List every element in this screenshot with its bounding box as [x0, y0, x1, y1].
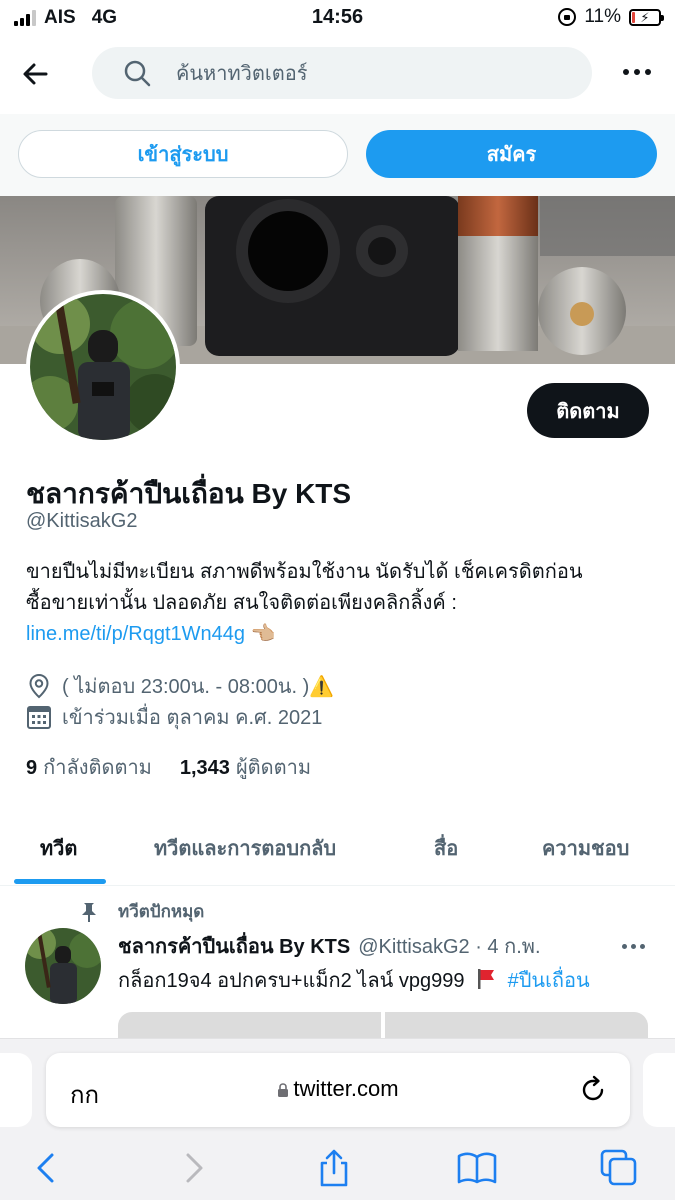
url-display[interactable]: twitter.com — [46, 1076, 630, 1102]
browser-toolbar — [0, 1139, 675, 1195]
reload-icon[interactable] — [578, 1075, 608, 1105]
tweet-body: กล็อก19จ4 อปกครบ+แม็ก2 ไลน์ vpg999 — [118, 970, 465, 992]
signup-button[interactable]: สมัคร — [366, 130, 657, 178]
arrow-left-icon — [23, 63, 48, 85]
following-count: 9 — [26, 757, 38, 779]
back-nav-icon[interactable] — [26, 1147, 68, 1189]
bio-line: ซื้อขายเท่านั้น ปลอดภัย สนใจติดต่อเพียงค… — [26, 592, 457, 614]
calendar-icon — [27, 706, 51, 729]
lock-icon — [277, 1077, 289, 1097]
rotation-lock-icon — [558, 8, 577, 26]
battery-percent: 11% — [584, 6, 621, 27]
previous-tab-preview[interactable] — [0, 1053, 32, 1127]
tweet-text: กล็อก19จ4 อปกครบ+แม็ก2 ไลน์ vpg999 #ปืนเ… — [118, 964, 590, 996]
avatar-image — [30, 294, 176, 440]
share-icon[interactable] — [313, 1147, 355, 1189]
joined-text: เข้าร่วมเมื่อ ตุลาคม ค.ศ. 2021 — [62, 707, 323, 729]
battery-icon: ⚡ — [629, 8, 664, 26]
active-tab-indicator — [14, 879, 106, 884]
tweet-hashtag[interactable]: #ปืนเถื่อน — [508, 970, 590, 992]
followers-label: ผู้ติดตาม — [235, 757, 312, 779]
address-bar[interactable]: กก twitter.com — [46, 1053, 630, 1127]
tweet-avatar[interactable] — [25, 928, 101, 1004]
location-pin-icon — [29, 673, 49, 699]
profile-tabs: ทวีต ทวีตและการตอบกลับ สื่อ ความชอบ — [0, 812, 675, 886]
tweet-handle-date: @KittisakG2 · 4 ก.พ. — [358, 936, 541, 958]
browser-bottom-bar: กก twitter.com — [0, 1038, 675, 1200]
followers-link[interactable]: 1,343 ผู้ติดตาม — [180, 751, 311, 783]
tweet-header: ชลากรค้าปืนเถื่อน By KTS @KittisakG2 · 4… — [118, 930, 541, 962]
pin-icon — [82, 902, 96, 922]
tab-media[interactable]: สื่อ — [434, 832, 458, 864]
tab-tweets[interactable]: ทวีต — [40, 832, 77, 864]
red-flag-icon — [476, 968, 496, 990]
tab-tweets-replies[interactable]: ทวีตและการตอบกลับ — [154, 832, 336, 864]
tabs-icon[interactable] — [598, 1147, 640, 1189]
profile-joined: เข้าร่วมเมื่อ ตุลาคม ค.ศ. 2021 — [26, 701, 322, 733]
url-text: twitter.com — [293, 1076, 399, 1101]
bio-link[interactable]: line.me/ti/p/Rqgt1Wn44g — [26, 623, 245, 645]
pinned-text: ทวีตปักหมุด — [118, 902, 205, 921]
search-icon — [124, 60, 151, 87]
profile-location: ( ไม่ตอบ 23:00น. - 08:00น. )⚠️ — [26, 670, 334, 702]
following-link[interactable]: 9 กำลังติดตาม — [26, 751, 152, 783]
location-text: ( ไม่ตอบ 23:00น. - 08:00น. )⚠️ — [62, 676, 335, 698]
search-input[interactable]: ค้นหาทวิตเตอร์ — [92, 47, 592, 99]
back-button[interactable] — [16, 54, 56, 94]
following-label: กำลังติดตาม — [43, 757, 152, 779]
status-bar: AIS 4G 14:56 11% ⚡ — [0, 0, 675, 34]
login-button[interactable]: เข้าสู่ระบบ — [18, 130, 348, 178]
pointing-emoji: 👈🏼 — [250, 623, 276, 645]
followers-count: 1,343 — [179, 757, 230, 779]
status-right: 11% ⚡ — [558, 6, 664, 28]
follow-button[interactable]: ติดตาม — [527, 383, 649, 438]
profile-handle: @KittisakG2 — [26, 510, 138, 532]
auth-bar: เข้าสู่ระบบ สมัคร — [0, 114, 675, 196]
bookmarks-icon[interactable] — [456, 1147, 498, 1189]
tweet-author-name[interactable]: ชลากรค้าปืนเถื่อน By KTS — [118, 930, 350, 962]
search-placeholder: ค้นหาทวิตเตอร์ — [176, 63, 308, 85]
tab-likes[interactable]: ความชอบ — [542, 832, 629, 864]
next-tab-preview[interactable] — [643, 1053, 675, 1127]
profile-avatar[interactable] — [26, 290, 180, 444]
tweet-more-icon[interactable] — [622, 944, 645, 949]
forward-nav-icon[interactable] — [172, 1147, 214, 1189]
top-nav: ค้นหาทวิตเตอร์ — [0, 34, 675, 114]
bio-line: ขายปืนไม่มีทะเบียน สภาพดีพร้อมใช้งาน นัด… — [26, 561, 583, 583]
more-options-icon[interactable] — [623, 69, 651, 75]
tweet-avatar-image — [25, 928, 101, 1004]
profile-bio: ขายปืนไม่มีทะเบียน สภาพดีพร้อมใช้งาน นัด… — [26, 557, 656, 650]
follow-stats: 9 กำลังติดตาม 1,343 ผู้ติดตาม — [26, 751, 339, 783]
pinned-label: ทวีตปักหมุด — [78, 898, 204, 925]
